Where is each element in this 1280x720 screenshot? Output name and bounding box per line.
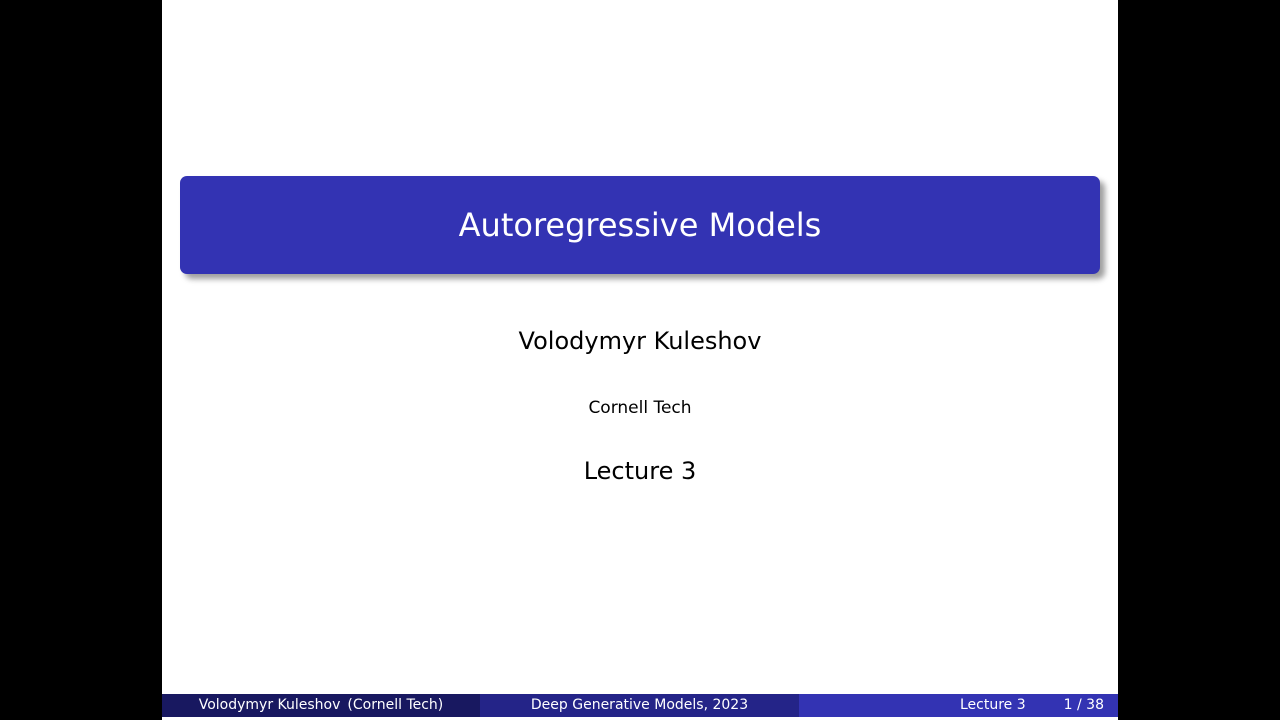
footer-page-section: Lecture 3 1 / 38	[799, 694, 1118, 717]
slide: Autoregressive Models Volodymyr Kuleshov…	[162, 0, 1118, 720]
footer-lecture: Lecture 3	[960, 697, 1026, 713]
footline: Volodymyr Kuleshov (Cornell Tech) Deep G…	[162, 694, 1118, 717]
title-block: Autoregressive Models	[180, 176, 1100, 274]
footer-institute: (Cornell Tech)	[347, 697, 444, 713]
footer-author-section: Volodymyr Kuleshov (Cornell Tech)	[162, 694, 480, 717]
footer-course: Deep Generative Models, 2023	[530, 697, 749, 713]
slide-title: Autoregressive Models	[458, 206, 822, 244]
footer-page-number: 1 / 38	[1063, 697, 1104, 713]
footer-course-section: Deep Generative Models, 2023	[480, 694, 799, 717]
footer-author: Volodymyr Kuleshov	[198, 697, 341, 713]
slide-date: Lecture 3	[583, 457, 697, 485]
slide-institute: Cornell Tech	[588, 398, 692, 418]
slide-author: Volodymyr Kuleshov	[518, 327, 762, 355]
